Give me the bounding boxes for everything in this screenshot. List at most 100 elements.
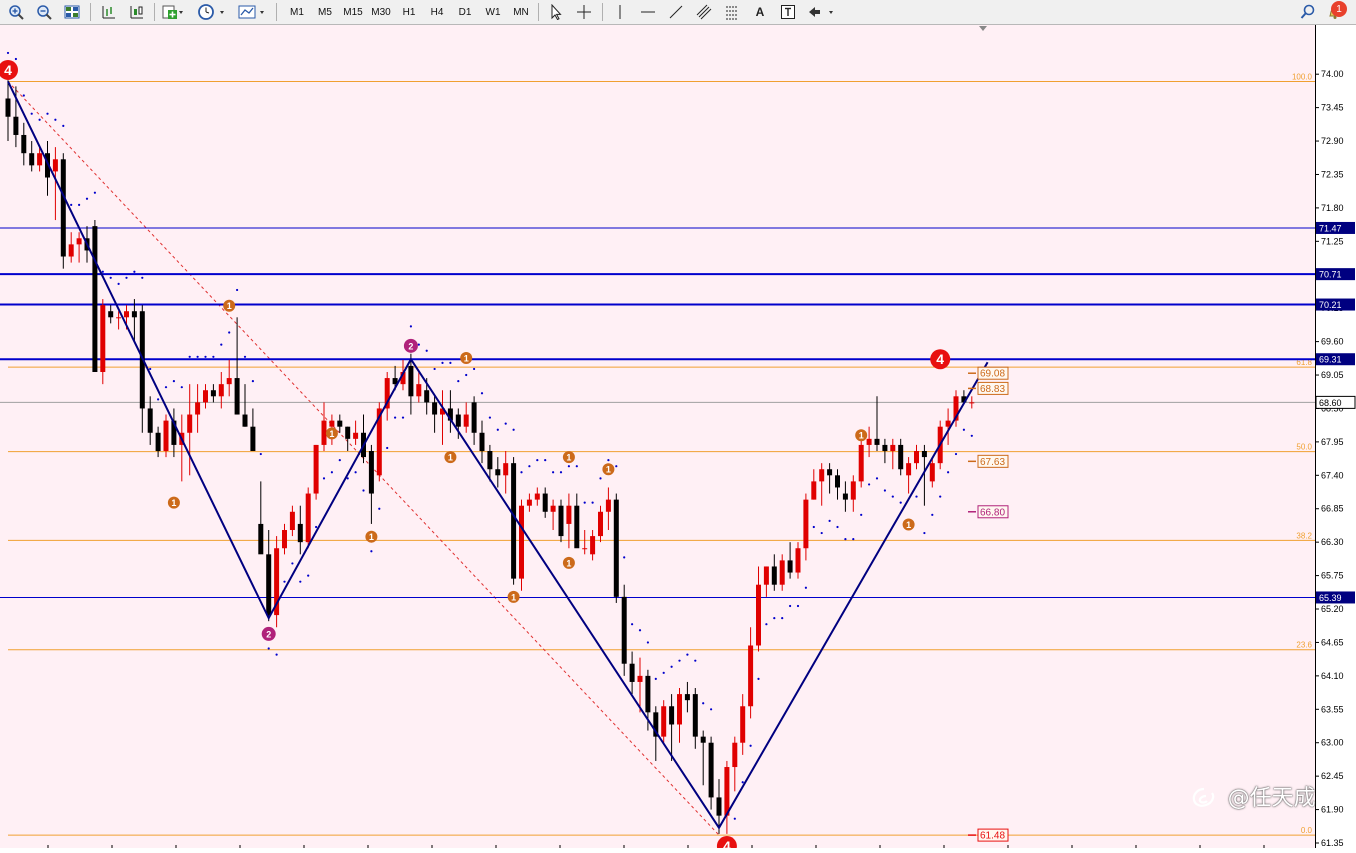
sar-dot [844, 538, 847, 541]
timeframe-button-d1[interactable]: D1 [452, 3, 478, 21]
sar-dot [631, 623, 634, 626]
sar-dot [789, 604, 792, 608]
sar-dot [923, 531, 926, 535]
y-tick-label: 63.00 [1321, 738, 1344, 748]
fibonacci-icon[interactable] [722, 3, 742, 21]
candle-body [645, 675, 651, 713]
candle-body [850, 481, 856, 500]
candle-body [835, 475, 840, 488]
candle-body [542, 493, 548, 512]
sar-dot [354, 471, 357, 474]
y-tick-label: 65.75 [1321, 571, 1344, 581]
timeframe-button-w1[interactable]: W1 [480, 3, 506, 21]
sar-dot [741, 781, 744, 784]
sar-dot [93, 191, 96, 194]
cursor-icon[interactable] [546, 3, 566, 21]
candle-body [226, 378, 232, 385]
search-icon[interactable] [1298, 3, 1318, 21]
bar-chart-icon[interactable] [98, 3, 118, 21]
sar-dot [70, 203, 73, 206]
clock-icon[interactable] [196, 3, 230, 21]
zoom-out-icon[interactable] [34, 3, 54, 21]
candle-body [266, 554, 272, 616]
timeframe-button-m15[interactable]: M15 [340, 3, 366, 21]
sar-dot [180, 386, 183, 389]
sar-dot [322, 477, 326, 480]
candle-body [21, 134, 27, 154]
sar-dot [686, 653, 689, 656]
timeframe-button-h4[interactable]: H4 [424, 3, 450, 21]
templates-icon[interactable] [236, 3, 270, 21]
price-label-text: 69.08 [980, 369, 1005, 380]
candle-body [124, 311, 129, 318]
timeframe-button-h1[interactable]: H1 [396, 3, 422, 21]
candle-body [416, 384, 422, 397]
trendline-icon[interactable] [666, 3, 686, 21]
sar-dot [939, 495, 942, 498]
sar-dot [188, 355, 191, 358]
horizontal-line-icon[interactable] [638, 3, 658, 21]
candle-body [503, 463, 509, 476]
y-tick-label: 72.90 [1321, 136, 1344, 146]
price-chart[interactable]: 74.0073.4572.9072.3571.8071.2570.7070.15… [0, 25, 1356, 853]
horizontal-line-price: 71.47 [1319, 223, 1342, 233]
tile-windows-icon[interactable] [62, 3, 82, 21]
sar-dot [591, 501, 594, 504]
sar-dot [662, 671, 665, 674]
sar-dot [947, 471, 950, 474]
sar-dot [433, 367, 436, 371]
sar-dot [299, 580, 302, 583]
new-order-icon[interactable] [160, 3, 186, 21]
candle-body [740, 706, 746, 743]
candle-body [811, 481, 817, 500]
zoom-in-icon[interactable] [6, 3, 26, 21]
timeframe-button-m30[interactable]: M30 [368, 3, 394, 21]
candle-body [52, 159, 58, 172]
candle-body [305, 493, 311, 543]
candle-body [68, 244, 74, 257]
sar-dot [820, 531, 823, 535]
candle-body [242, 414, 248, 427]
sar-dot [781, 617, 784, 620]
timeframe-button-m1[interactable]: M1 [284, 3, 310, 21]
candle-body [100, 305, 106, 372]
candle-body [574, 505, 580, 549]
candlestick-chart-icon[interactable] [126, 3, 146, 21]
candle-body [13, 116, 19, 135]
candle-body [661, 706, 667, 737]
sar-dot [125, 276, 128, 279]
y-tick-label: 69.05 [1321, 370, 1344, 380]
candle-body [187, 414, 193, 433]
wave1-marker-label: 1 [859, 431, 864, 441]
wave2-marker-label: 2 [408, 341, 413, 351]
sar-dot [883, 489, 887, 492]
candle-body [163, 420, 169, 451]
sar-dot [275, 653, 278, 656]
sar-dot [567, 465, 571, 468]
sar-dot [915, 495, 918, 498]
chart-area[interactable]: 74.0073.4572.9072.3571.8071.2570.7070.15… [0, 25, 1356, 853]
vertical-line-icon[interactable] [610, 3, 630, 21]
arrows-icon[interactable] [806, 3, 836, 21]
y-tick-label: 72.35 [1321, 169, 1344, 179]
text-box-icon[interactable] [778, 3, 798, 21]
candle-body [116, 317, 122, 319]
toolbar: M1 M5 M15 M30 H1 H4 D1 W1 MN A 1 [0, 0, 1356, 25]
timeframe-button-mn[interactable]: MN [508, 3, 534, 21]
candle-body [621, 596, 627, 664]
sar-dot [733, 817, 736, 820]
candle-body [329, 420, 335, 427]
timeframe-button-m5[interactable]: M5 [312, 3, 338, 21]
price-label-text: 66.80 [980, 507, 1005, 518]
sar-dot [804, 586, 808, 589]
sar-dot [962, 428, 966, 431]
channel-icon[interactable] [694, 3, 714, 21]
candle-body [210, 390, 216, 397]
crosshair-icon[interactable] [574, 3, 594, 21]
sar-dot [607, 459, 610, 462]
text-label-icon[interactable]: A [750, 3, 770, 21]
wave2-marker-label: 2 [266, 629, 271, 639]
candle-body [890, 444, 896, 451]
candle-body [882, 444, 888, 451]
sar-dot [536, 459, 539, 462]
